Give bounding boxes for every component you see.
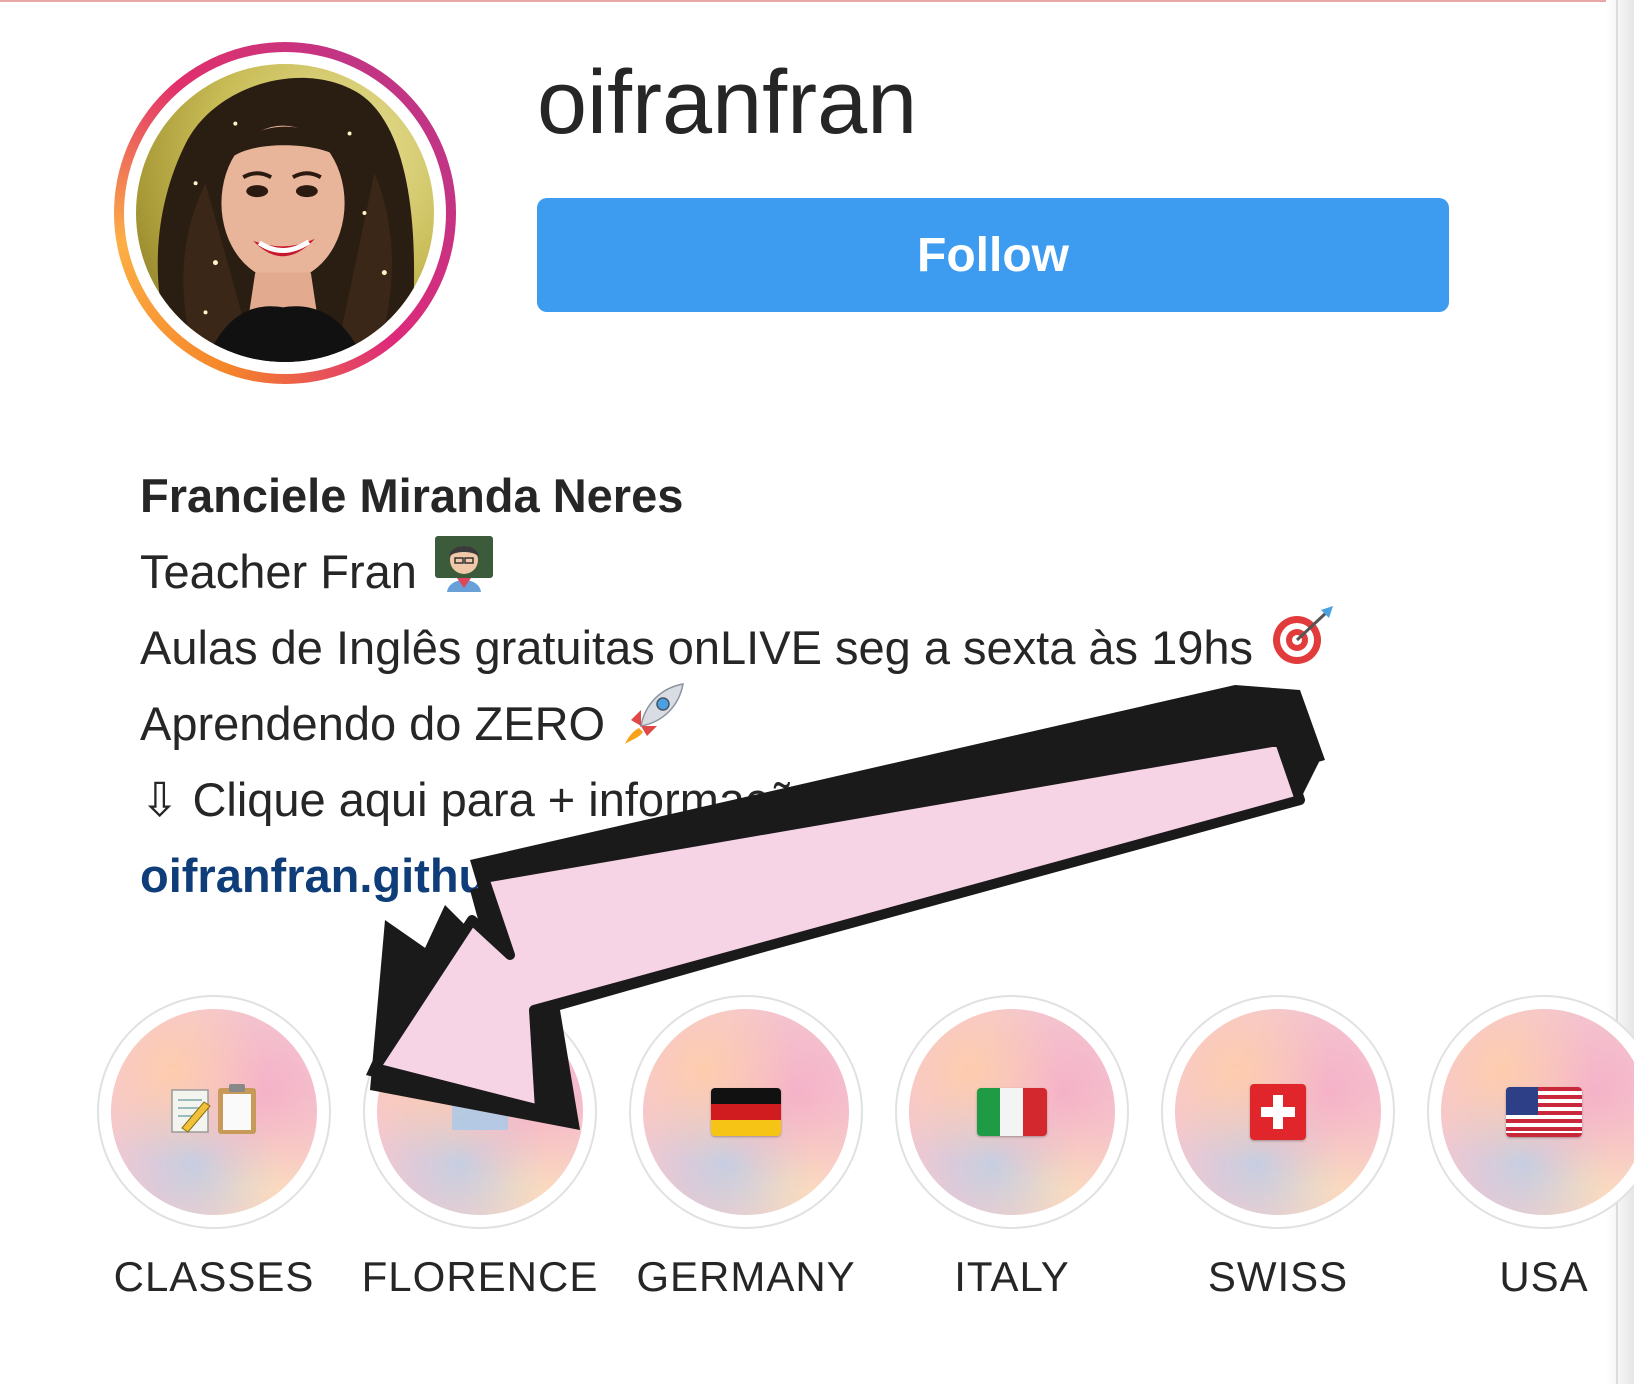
username: oifranfran — [537, 53, 918, 153]
germany-flag-icon — [711, 1088, 781, 1136]
bio-line-4: ⇩ Clique aqui para + informações — [140, 773, 845, 826]
full-name: Franciele Miranda Neres — [140, 469, 684, 522]
bio-line-2: Aulas de Inglês gratuitas onLIVE seg a s… — [140, 606, 1335, 686]
bio-text-2: Aulas de Inglês gratuitas onLIVE seg a s… — [140, 621, 1254, 674]
highlight-label: ITALY — [954, 1253, 1070, 1300]
rocket-emoji-icon — [621, 680, 687, 768]
bio-line-3: Aprendendo do ZERO — [140, 683, 1335, 762]
swiss-flag-icon — [1250, 1084, 1306, 1140]
usa-flag-icon — [1506, 1087, 1582, 1137]
bio: Franciele Miranda Neres Teacher Fran Aul… — [140, 458, 1335, 914]
story-ring[interactable] — [114, 42, 456, 384]
highlight-label: SWISS — [1207, 1253, 1349, 1300]
picture-icon — [450, 1088, 510, 1137]
bio-link-line: oifranfran.github.io/fa — [140, 838, 1335, 914]
highlight-label: FLORENCE — [361, 1253, 599, 1300]
highlight-label: CLASSES — [113, 1253, 315, 1300]
highlight-label: GERMANY — [636, 1253, 856, 1300]
top-border — [0, 0, 1634, 2]
avatar[interactable] — [136, 64, 434, 362]
bio-text-3: Aprendendo do ZERO — [140, 697, 606, 750]
profile-photo — [157, 77, 415, 362]
bio-text-1: Teacher Fran — [140, 545, 417, 598]
follow-button[interactable]: Follow — [537, 198, 1449, 312]
notepad-clipboard-icon — [168, 1082, 260, 1143]
italy-flag-icon — [977, 1088, 1047, 1136]
highlight-label: USA — [1499, 1253, 1589, 1300]
website-link[interactable]: oifranfran.github.io/fa — [140, 838, 626, 914]
teacher-emoji-icon — [433, 530, 495, 614]
bio-line-1: Teacher Fran — [140, 534, 1335, 610]
target-emoji-icon — [1269, 606, 1335, 690]
